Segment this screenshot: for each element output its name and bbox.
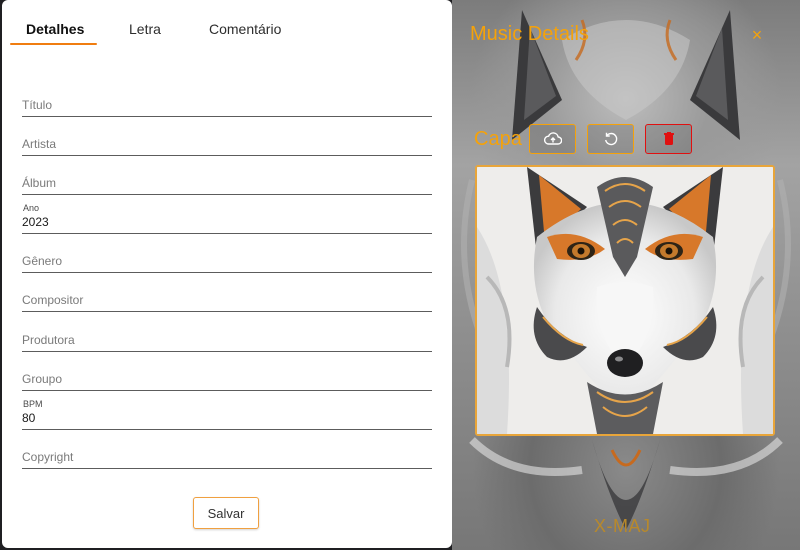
produtora-field[interactable]: Produtora (22, 324, 432, 352)
compositor-field[interactable]: Compositor (22, 284, 432, 312)
reset-cover-button[interactable] (587, 124, 634, 154)
album-placeholder: Álbum (22, 176, 57, 190)
genero-placeholder: Gênero (22, 254, 63, 268)
cover-label: Capa (474, 128, 522, 150)
ano-value: 2023 (22, 215, 49, 229)
copyright-field[interactable]: Copyright (22, 441, 432, 469)
footer-brand: X-MAJ (594, 516, 651, 536)
album-field[interactable]: Álbum (22, 167, 432, 195)
tab-comentario[interactable]: Comentário (209, 21, 281, 37)
upload-cover-button[interactable] (529, 124, 576, 154)
cover-image (475, 165, 775, 436)
active-tab-indicator (10, 43, 97, 45)
save-button[interactable]: Salvar (193, 497, 259, 529)
genero-field[interactable]: Gênero (22, 245, 432, 273)
bpm-value: 80 (22, 411, 36, 425)
bpm-label: BPM (23, 399, 43, 409)
groupo-field[interactable]: Groupo (22, 363, 432, 391)
close-icon[interactable]: × (748, 24, 766, 46)
bpm-field[interactable]: BPM 80 (22, 399, 432, 430)
groupo-placeholder: Groupo (22, 372, 63, 386)
artista-field[interactable]: Artista (22, 128, 432, 156)
details-form-panel: Detalhes Letra Comentário Título Artista… (2, 0, 452, 548)
trash-icon (663, 132, 674, 145)
delete-cover-button[interactable] (645, 124, 692, 154)
ano-field[interactable]: Ano 2023 (22, 203, 432, 234)
compositor-placeholder: Compositor (22, 293, 84, 307)
wolf-cover-art (477, 167, 773, 434)
tab-bar: Detalhes Letra Comentário (2, 0, 452, 48)
tab-detalhes[interactable]: Detalhes (26, 21, 84, 37)
ano-label: Ano (23, 203, 40, 213)
titulo-placeholder: Título (22, 98, 53, 112)
reset-icon (604, 132, 617, 146)
artista-placeholder: Artista (22, 137, 57, 151)
cloud-upload-icon (543, 132, 562, 145)
copyright-placeholder: Copyright (22, 450, 74, 464)
panel-title: Music Details (470, 23, 589, 45)
music-details-panel: Music Details × Capa X-MAJ (452, 0, 800, 550)
titulo-field[interactable]: Título (22, 89, 432, 117)
tab-letra[interactable]: Letra (129, 21, 161, 37)
produtora-placeholder: Produtora (22, 333, 75, 347)
